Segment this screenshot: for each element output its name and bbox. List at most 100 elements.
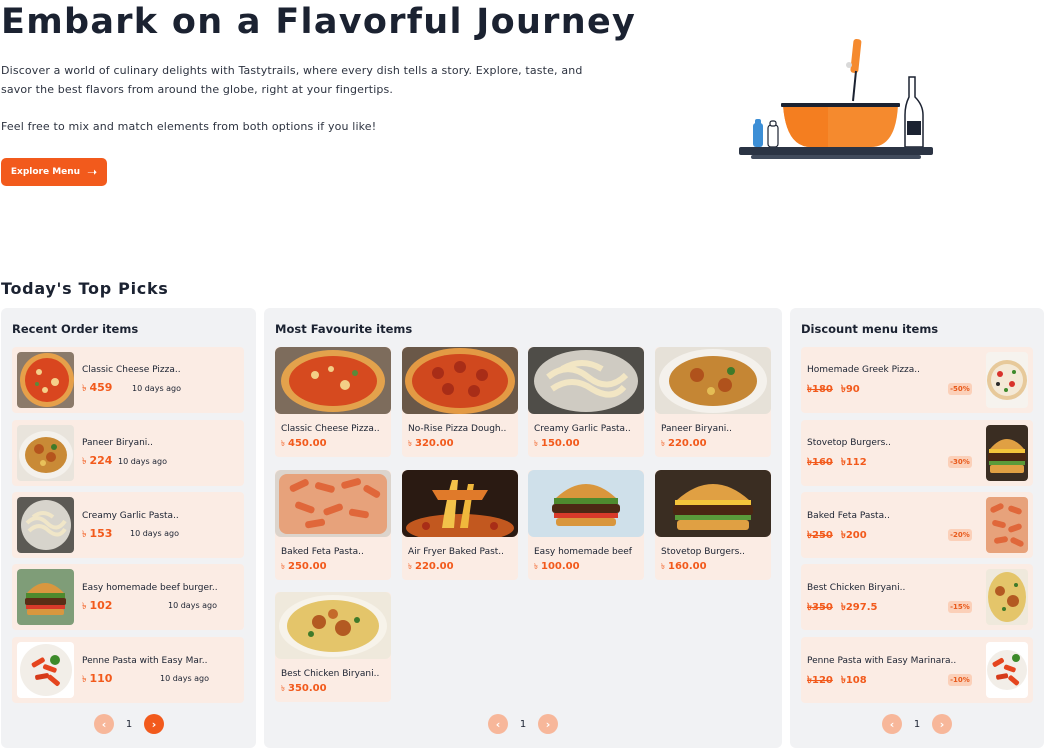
section-title-top-picks: Today's Top Picks xyxy=(1,279,169,298)
item-price: ৳ 320.00 xyxy=(408,438,454,449)
discount-item[interactable]: Penne Pasta with Easy Marinara.. ৳120 ৳10… xyxy=(801,637,1033,703)
item-price: ৳ 100.00 xyxy=(534,561,580,572)
food-image-fettuccine xyxy=(528,347,644,414)
item-name: Easy homemade beef burger.. xyxy=(82,583,218,593)
item-name: Baked Feta Pasta.. xyxy=(807,511,890,521)
discount-badge: -20% xyxy=(948,529,972,541)
food-image-feta-pasta xyxy=(986,497,1028,553)
favourite-item[interactable]: Best Chicken Biryani.. ৳ 350.00 xyxy=(275,592,391,702)
discount-badge: -50% xyxy=(948,383,972,395)
food-image-burger xyxy=(17,569,74,625)
recent-item[interactable]: Easy homemade beef burger.. ৳ 102 10 days… xyxy=(12,564,244,630)
favourite-item[interactable]: Creamy Garlic Pasta.. ৳ 150.00 xyxy=(528,347,644,457)
food-image-fettuccine xyxy=(17,497,74,553)
currency-symbol: ৳ xyxy=(661,439,665,448)
item-name: Stovetop Burgers.. xyxy=(661,547,746,557)
item-name: Classic Cheese Pizza.. xyxy=(82,365,181,375)
food-image-chicken-biryani xyxy=(986,569,1028,625)
chevron-right-icon[interactable]: › xyxy=(932,714,952,734)
order-time: 10 days ago xyxy=(118,457,168,466)
food-image-stovetop-burger xyxy=(655,470,771,537)
item-name: Best Chicken Biryani.. xyxy=(807,583,906,593)
item-name: Homemade Greek Pizza.. xyxy=(807,365,921,375)
hero-note: Feel free to mix and match elements from… xyxy=(1,120,377,133)
favourite-items-panel: Most Favourite items Classic Cheese Pizz… xyxy=(264,308,782,748)
page-number[interactable]: 1 xyxy=(508,719,538,730)
food-image-penne xyxy=(986,642,1028,698)
item-price: ৳ 224 xyxy=(82,454,113,467)
chevron-right-icon[interactable]: › xyxy=(144,714,164,734)
discount-item[interactable]: Baked Feta Pasta.. ৳250 ৳200 -20% xyxy=(801,492,1033,558)
currency-symbol: ৳ xyxy=(82,602,87,612)
chevron-left-icon[interactable]: ‹ xyxy=(882,714,902,734)
item-price: ৳ 110 xyxy=(82,672,113,685)
item-price: ৳ 102 xyxy=(82,599,113,612)
item-price: ৳ 153 xyxy=(82,527,113,540)
new-price: ৳297.5 xyxy=(840,602,878,613)
item-price: ৳ 350.00 xyxy=(281,683,327,694)
item-price: ৳ 220.00 xyxy=(661,438,707,449)
item-name: Penne Pasta with Easy Mar.. xyxy=(82,656,208,666)
hero-title: Embark on a Flavorful Journey xyxy=(1,2,637,42)
discount-badge: -10% xyxy=(948,674,972,686)
cooking-pot-illustration xyxy=(739,38,933,159)
item-name: Baked Feta Pasta.. xyxy=(281,547,364,557)
favourite-item[interactable]: Easy homemade beef ৳ 100.00 xyxy=(528,470,644,580)
arrow-right-icon: ➝ xyxy=(87,165,98,179)
old-price: ৳120 xyxy=(807,675,833,686)
pagination: ‹ 1 › xyxy=(94,714,164,734)
favourite-item[interactable]: Classic Cheese Pizza.. ৳ 450.00 xyxy=(275,347,391,457)
item-price: ৳ 459 xyxy=(82,381,113,394)
item-name: No-Rise Pizza Dough.. xyxy=(408,424,507,434)
explore-menu-button[interactable]: Explore Menu ➝ xyxy=(1,158,107,186)
new-price: ৳108 xyxy=(840,675,867,686)
pagination: ‹ 1 › xyxy=(488,714,558,734)
chevron-left-icon[interactable]: ‹ xyxy=(94,714,114,734)
recent-item[interactable]: Creamy Garlic Pasta.. ৳ 153 10 days ago xyxy=(12,492,244,558)
item-name: Air Fryer Baked Past.. xyxy=(408,547,505,557)
currency-symbol: ৳ xyxy=(534,562,538,571)
recent-item[interactable]: Classic Cheese Pizza.. ৳ 459 10 days ago xyxy=(12,347,244,413)
recent-item[interactable]: Penne Pasta with Easy Mar.. ৳ 110 10 days… xyxy=(12,637,244,703)
discount-item[interactable]: Stovetop Burgers.. ৳160 ৳112 -30% xyxy=(801,420,1033,486)
currency-symbol: ৳ xyxy=(534,439,538,448)
favourite-item[interactable]: No-Rise Pizza Dough.. ৳ 320.00 xyxy=(402,347,518,457)
chevron-left-icon[interactable]: ‹ xyxy=(488,714,508,734)
order-time: 10 days ago xyxy=(160,674,210,683)
currency-symbol: ৳ xyxy=(408,562,412,571)
favourite-item[interactable]: Baked Feta Pasta.. ৳ 250.00 xyxy=(275,470,391,580)
item-prices: ৳160 ৳112 xyxy=(807,455,867,472)
item-name: Easy homemade beef xyxy=(534,547,632,557)
food-image-pizza xyxy=(275,347,391,414)
item-prices: ৳350 ৳297.5 xyxy=(807,600,877,617)
favourite-item[interactable]: Stovetop Burgers.. ৳ 160.00 xyxy=(655,470,771,580)
recent-item[interactable]: Paneer Biryani.. ৳ 224 10 days ago xyxy=(12,420,244,486)
item-price: ৳ 450.00 xyxy=(281,438,327,449)
discount-badge: -30% xyxy=(948,456,972,468)
panel-title: Recent Order items xyxy=(12,322,139,336)
item-name: Paneer Biryani.. xyxy=(82,438,154,448)
new-price: ৳200 xyxy=(840,530,867,541)
panel-title: Discount menu items xyxy=(801,322,939,336)
order-time: 10 days ago xyxy=(132,384,182,393)
item-price: ৳ 150.00 xyxy=(534,438,580,449)
new-price: ৳90 xyxy=(840,384,860,395)
order-time: 10 days ago xyxy=(130,529,180,538)
discount-item[interactable]: Best Chicken Biryani.. ৳350 ৳297.5 -15% xyxy=(801,564,1033,630)
item-name: Penne Pasta with Easy Marinara.. xyxy=(807,656,957,666)
old-price: ৳250 xyxy=(807,530,833,541)
item-name: Stovetop Burgers.. xyxy=(807,438,892,448)
chevron-right-icon[interactable]: › xyxy=(538,714,558,734)
item-name: Creamy Garlic Pasta.. xyxy=(82,511,179,521)
currency-symbol: ৳ xyxy=(82,457,87,467)
page-number[interactable]: 1 xyxy=(114,719,144,730)
currency-symbol: ৳ xyxy=(408,439,412,448)
item-name: Best Chicken Biryani.. xyxy=(281,669,380,679)
discount-item[interactable]: Homemade Greek Pizza.. ৳180 ৳90 -50% xyxy=(801,347,1033,413)
favourite-item[interactable]: Paneer Biryani.. ৳ 220.00 xyxy=(655,347,771,457)
currency-symbol: ৳ xyxy=(82,530,87,540)
currency-symbol: ৳ xyxy=(281,562,285,571)
new-price: ৳112 xyxy=(840,457,867,468)
page-number[interactable]: 1 xyxy=(902,719,932,730)
favourite-item[interactable]: Air Fryer Baked Past.. ৳ 220.00 xyxy=(402,470,518,580)
